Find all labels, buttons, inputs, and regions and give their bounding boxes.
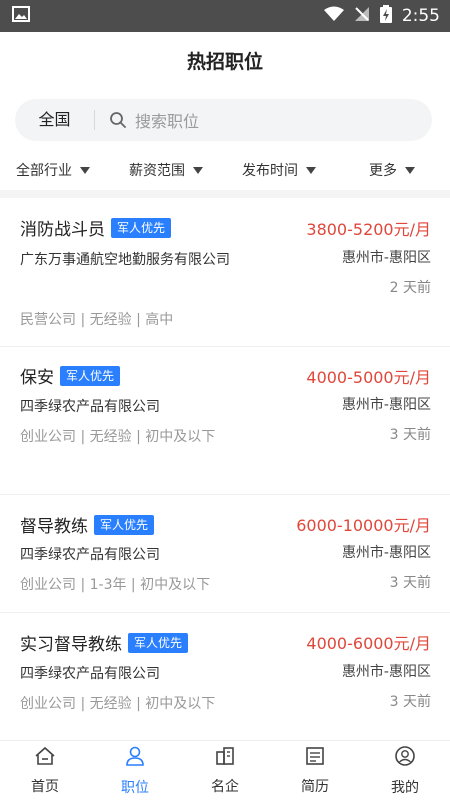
- region-selector[interactable]: 全国: [15, 110, 95, 130]
- filter-label: 更多: [369, 163, 397, 179]
- dropdown-triangle-icon: [405, 166, 415, 174]
- status-bar: 2:55: [0, 0, 450, 32]
- tab-label: 我的: [391, 779, 419, 796]
- company-name: 广东万事通航空地勤服务有限公司: [20, 252, 230, 268]
- company-name: 四季绿农产品有限公司: [20, 666, 160, 682]
- job-title: 实习督导教练: [20, 635, 122, 655]
- search-icon: [109, 111, 127, 129]
- job-salary: 6000-10000元/月: [296, 516, 431, 535]
- filter-label: 全部行业: [16, 163, 72, 179]
- building-icon: [214, 746, 236, 776]
- job-title: 消防战斗员: [20, 220, 105, 240]
- veteran-priority-badge: 军人优先: [128, 632, 189, 653]
- job-list: 消防战斗员 军人优先 3800-5200元/月 广东万事通航空地勤服务有限公司 惠…: [0, 198, 450, 738]
- posted-time: 3 天前: [389, 575, 431, 591]
- job-card[interactable]: 督导教练 军人优先 6000-10000元/月 四季绿农产品有限公司 惠州市-惠阳…: [0, 495, 450, 613]
- tab-home[interactable]: 首页: [0, 741, 90, 800]
- job-title: 保安: [20, 368, 54, 388]
- tab-companies[interactable]: 名企: [180, 741, 270, 800]
- signal-icon: [354, 6, 370, 27]
- search-input[interactable]: 搜索职位: [135, 108, 199, 132]
- dropdown-triangle-icon: [193, 166, 203, 174]
- veteran-priority-badge: 军人优先: [60, 365, 121, 386]
- tab-profile[interactable]: 我的: [360, 741, 450, 800]
- profile-icon: [394, 745, 416, 777]
- dropdown-triangle-icon: [80, 166, 90, 174]
- job-tags: 创业公司 | 无经验 | 初中及以下: [20, 696, 216, 712]
- wifi-icon: [323, 6, 344, 27]
- job-title: 督导教练: [20, 517, 88, 537]
- tab-jobs[interactable]: 职位: [90, 741, 180, 800]
- posted-time: 3 天前: [389, 427, 431, 443]
- company-name: 四季绿农产品有限公司: [20, 399, 160, 415]
- job-tags: 民营公司 | 无经验 | 高中: [20, 312, 174, 328]
- home-icon: [34, 746, 56, 776]
- job-card[interactable]: 保安 军人优先 4000-5000元/月 四季绿农产品有限公司 惠州市-惠阳区 3…: [0, 347, 450, 495]
- bottom-tab-bar: 首页 职位 名企 简历 我的: [0, 740, 450, 800]
- tab-label: 名企: [211, 778, 239, 795]
- job-tags: 创业公司 | 无经验 | 初中及以下: [20, 429, 216, 445]
- job-tags: 创业公司 | 1-3年 | 初中及以下: [20, 577, 211, 593]
- search-bar[interactable]: 全国 搜索职位: [15, 99, 432, 141]
- filter-industry[interactable]: 全部行业: [16, 160, 90, 180]
- job-salary: 4000-6000元/月: [306, 634, 431, 653]
- filter-bar: 全部行业 薪资范围 发布时间 更多: [0, 152, 450, 188]
- dropdown-triangle-icon: [306, 166, 316, 174]
- filter-more[interactable]: 更多: [369, 160, 415, 180]
- company-name: 四季绿农产品有限公司: [20, 547, 160, 563]
- filter-label: 发布时间: [242, 163, 298, 179]
- section-divider: [0, 190, 450, 198]
- tab-resume[interactable]: 简历: [270, 741, 360, 800]
- status-time: 2:55: [401, 6, 440, 26]
- page-title: 热招职位: [186, 50, 263, 73]
- tab-label: 职位: [121, 779, 149, 796]
- image-notification-icon: [12, 6, 30, 26]
- posted-time: 3 天前: [389, 694, 431, 710]
- job-location: 惠州市-惠阳区: [341, 397, 431, 413]
- posted-time: 2 天前: [389, 280, 431, 296]
- tab-label: 首页: [31, 778, 59, 795]
- veteran-priority-badge: 军人优先: [94, 514, 155, 535]
- filter-date[interactable]: 发布时间: [242, 160, 316, 180]
- job-card[interactable]: 实习督导教练 军人优先 4000-6000元/月 四季绿农产品有限公司 惠州市-惠…: [0, 613, 450, 738]
- resume-icon: [304, 746, 326, 776]
- filter-salary[interactable]: 薪资范围: [129, 160, 203, 180]
- job-salary: 3800-5200元/月: [306, 220, 431, 239]
- battery-icon: [379, 4, 392, 28]
- tab-label: 简历: [301, 778, 329, 795]
- job-location: 惠州市-惠阳区: [341, 664, 431, 680]
- job-card[interactable]: 消防战斗员 军人优先 3800-5200元/月 广东万事通航空地勤服务有限公司 惠…: [0, 198, 450, 347]
- job-location: 惠州市-惠阳区: [341, 250, 431, 266]
- job-salary: 4000-5000元/月: [306, 368, 431, 387]
- job-location: 惠州市-惠阳区: [341, 545, 431, 561]
- person-icon: [124, 745, 146, 777]
- veteran-priority-badge: 军人优先: [111, 217, 172, 238]
- filter-label: 薪资范围: [129, 163, 185, 179]
